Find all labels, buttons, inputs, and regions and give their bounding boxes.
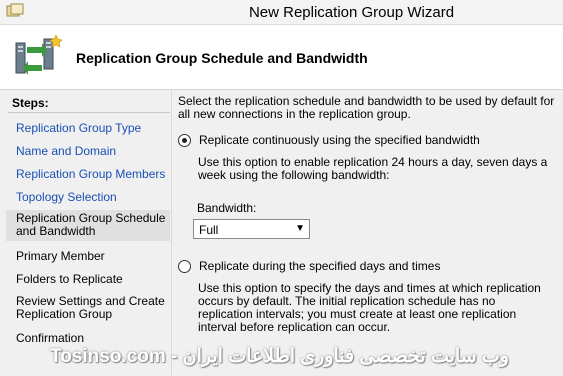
chevron-down-icon: ▼ (295, 223, 305, 234)
page-description: Select the replication schedule and band… (178, 94, 555, 121)
watermark-text: Tosinso.com - وب سایت تخصصی فناوری اطلاع… (50, 346, 509, 367)
step-schedule-and-bandwidth: Replication Group Schedule and Bandwidth (6, 210, 170, 241)
radio-continuous[interactable] (178, 133, 191, 147)
radio-continuous-label: Replicate continuously using the specifi… (199, 133, 480, 147)
step-topology-selection[interactable]: Topology Selection (6, 189, 170, 206)
radio-scheduled-label: Replicate during the specified days and … (199, 259, 441, 273)
bandwidth-select[interactable]: Full ▼ (193, 219, 310, 239)
step-replication-group-members[interactable]: Replication Group Members (6, 166, 170, 183)
step-review-settings: Review Settings and Create Replication G… (16, 294, 165, 321)
scheduled-help-text: Use this option to specify the days and … (198, 281, 541, 334)
bandwidth-select-value: Full (199, 223, 219, 237)
content-panel: Select the replication schedule and band… (172, 90, 563, 376)
bandwidth-label: Bandwidth: (197, 201, 257, 215)
option-continuous-row[interactable]: Replicate continuously using the specifi… (178, 133, 480, 147)
step-folders-to-replicate: Folders to Replicate (16, 272, 123, 286)
steps-panel: Steps: Replication Group Type Name and D… (0, 90, 172, 376)
step-primary-member: Primary Member (16, 249, 105, 263)
continuous-help-text: Use this option to enable replication 24… (198, 155, 548, 182)
title-bar: New Replication Group Wizard (0, 0, 563, 24)
window-title: New Replication Group Wizard (248, 4, 455, 21)
steps-title: Steps: (12, 96, 49, 110)
wizard-header: Replication Group Schedule and Bandwidth (0, 24, 563, 90)
steps-divider (8, 112, 170, 113)
option-scheduled-row[interactable]: Replicate during the specified days and … (178, 259, 440, 273)
page-heading: Replication Group Schedule and Bandwidth (76, 50, 368, 66)
step-name-and-domain[interactable]: Name and Domain (6, 143, 170, 160)
step-replication-group-type[interactable]: Replication Group Type (6, 120, 170, 137)
radio-scheduled[interactable] (178, 259, 191, 273)
replication-wizard-icon (15, 34, 63, 75)
